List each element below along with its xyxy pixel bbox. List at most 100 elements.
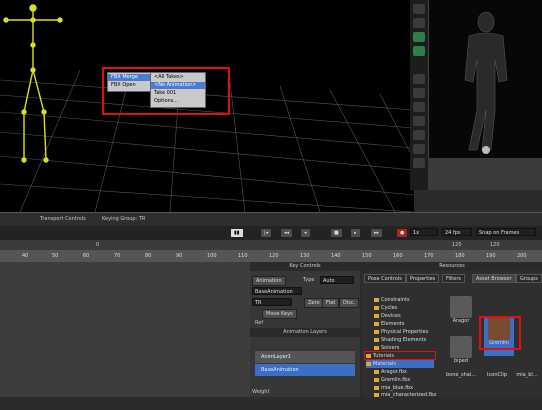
toolbar-button-4[interactable] [413, 46, 425, 56]
layer-row-animlayer1[interactable]: AnimLayer1 [255, 351, 355, 363]
keying-group: Keying Group: TR [102, 216, 146, 222]
type-dropdown[interactable]: Auto [320, 276, 354, 284]
animation-tab[interactable]: Animation [252, 276, 286, 286]
tree-item-materials[interactable]: Materials [366, 360, 434, 368]
ruler-tick: 160 [393, 253, 403, 259]
asset-thumbnail [450, 296, 472, 318]
speed-field[interactable]: 1x [410, 228, 438, 236]
prev-frame-button[interactable]: ◂ [300, 228, 311, 238]
asset-aragor[interactable]: Aragor [446, 296, 476, 334]
asset-iconclip[interactable]: IconClip [482, 372, 512, 410]
toolbar-button-7[interactable] [413, 102, 425, 112]
asset-thumbnail [450, 336, 472, 358]
tree-label: Aragor.fbx [381, 369, 407, 375]
tree-item-gremlin[interactable]: Gremlin.fbx [374, 376, 410, 384]
move-keys-button[interactable]: Move Keys [262, 309, 297, 319]
stop-button[interactable]: ■ [330, 228, 343, 238]
tree-label: Gremlin.fbx [381, 377, 411, 383]
toolbar-button-9[interactable] [413, 130, 425, 140]
tree-label: Shading Elements [381, 337, 427, 343]
transport-header: Transport Controls Keying Group: TR [0, 212, 542, 227]
time-slider[interactable]: 0 120 120 [0, 240, 542, 250]
character-controls-panel[interactable] [428, 0, 542, 158]
base-animation-field[interactable]: BaseAnimation [252, 287, 302, 295]
tree-item-elements[interactable]: Elements [374, 320, 404, 328]
menu-highlight-box [102, 67, 230, 115]
next-key-button[interactable]: ▸▸ [370, 228, 384, 238]
ref-label: Ref [255, 320, 264, 326]
tab-properties[interactable]: Properties [406, 274, 440, 283]
tree-item-aragor[interactable]: Aragor.fbx [374, 368, 407, 376]
ruler-tick: 200 [517, 253, 527, 259]
tree-item-shading[interactable]: Shading Elements [374, 336, 426, 344]
ruler-tick: 140 [331, 253, 341, 259]
asset-biped[interactable]: biped [446, 336, 476, 374]
goto-start-button[interactable]: |◂ [260, 228, 273, 238]
materials-highlight-box [364, 351, 436, 360]
ruler-tick: 170 [424, 253, 434, 259]
next-frame-button[interactable]: ▸ [350, 228, 361, 238]
play-button[interactable]: ▮▮ [230, 228, 244, 238]
asset-mia-bl[interactable]: mia_bl... [512, 372, 542, 410]
tree-label: Constraints [381, 297, 410, 303]
tab-asset-browser[interactable]: Asset Browser [472, 274, 516, 283]
zero-button[interactable]: Zero [304, 298, 324, 308]
tree-item-devices[interactable]: Devices [374, 312, 401, 320]
flat-button[interactable]: Flat [322, 298, 340, 308]
disc-button[interactable]: Disc. [339, 298, 360, 308]
asset-label: biped [454, 358, 468, 364]
tree-item-cycles[interactable]: Cycles [374, 304, 397, 312]
asset-label: Aragor [452, 318, 470, 324]
animation-layers-title: Animation Layers [250, 328, 360, 337]
skeleton[interactable] [3, 4, 63, 163]
transport-bar: ▮▮ |◂ ◂◂ ◂ ■ ▸ ▸▸ ● 1x 24 fps Snap on Fr… [0, 226, 542, 240]
tree-item-mia-characterized[interactable]: mia_characterized.fbx [374, 391, 437, 399]
weight-label: Weight [252, 389, 270, 395]
toolbar-button-8[interactable] [413, 116, 425, 126]
body-figure[interactable] [429, 0, 542, 158]
toolbar-button-11[interactable] [413, 158, 425, 168]
folder-icon [366, 361, 371, 366]
ruler-tick: 80 [145, 253, 152, 259]
toolbar-button-3[interactable] [413, 32, 425, 42]
tree-item-physical[interactable]: Physical Properties [374, 328, 428, 336]
ruler-tick: 120 [269, 253, 279, 259]
toolbar-button-10[interactable] [413, 144, 425, 154]
toolbar-button-5[interactable] [413, 74, 425, 84]
ruler-tick: 110 [238, 253, 248, 259]
fps-field[interactable]: 24 fps [442, 228, 472, 236]
gremlin-highlight-box [479, 316, 521, 350]
tree-label: Materials [373, 361, 396, 367]
asset-label: mia_bl... [516, 372, 538, 378]
tab-filters[interactable]: Filters [442, 274, 465, 283]
tab-groups[interactable]: Groups [516, 274, 542, 283]
file-icon [374, 377, 379, 382]
record-button[interactable]: ● [396, 228, 409, 238]
file-icon [374, 369, 379, 374]
timeline-end: 120 [452, 242, 462, 248]
timeline-start: 0 [96, 242, 100, 248]
tr-field[interactable]: TR [252, 298, 292, 306]
navigator-panel [0, 262, 250, 397]
asset-label: bone_shal... [446, 372, 476, 378]
tab-pose-controls[interactable]: Pose Controls [364, 274, 406, 283]
toolbar-button-1[interactable] [413, 4, 425, 14]
resources-title: Resources [362, 262, 542, 271]
asset-bone-shal[interactable]: bone_shal... [446, 372, 476, 410]
ruler-tick: 40 [22, 253, 29, 259]
file-icon [374, 385, 379, 390]
timeline-end-field[interactable]: 120 [490, 242, 500, 248]
layer-row-baseanimation[interactable]: BaseAnimation [255, 364, 355, 376]
tree-label: Physical Properties [381, 329, 429, 335]
toolbar-button-2[interactable] [413, 18, 425, 28]
tree-item-constraints[interactable]: Constraints [374, 296, 410, 304]
ruler-tick: 50 [52, 253, 59, 259]
tree-label: Devices [381, 313, 401, 319]
prev-key-button[interactable]: ◂◂ [280, 228, 294, 238]
ruler-tick: 130 [300, 253, 310, 259]
toolbar-button-6[interactable] [413, 88, 425, 98]
snap-field[interactable]: Snap on Frames [476, 228, 536, 236]
ruler-tick: 70 [114, 253, 121, 259]
frame-ruler[interactable]: 40 50 60 70 80 90 100 110 120 130 140 15… [0, 250, 542, 262]
type-label: Type [303, 277, 315, 283]
